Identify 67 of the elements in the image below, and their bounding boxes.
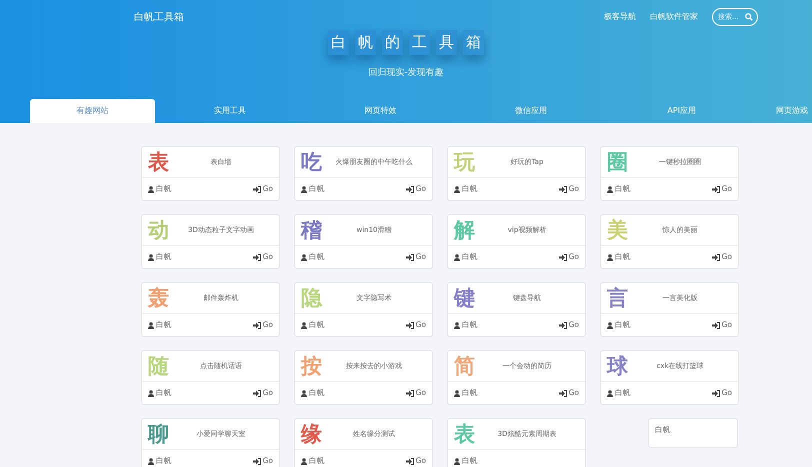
login-icon	[252, 458, 261, 464]
tool-glyph: 玩	[454, 152, 475, 172]
tool-glyph: 随	[148, 356, 169, 376]
user-icon	[301, 254, 307, 260]
category-tab[interactable]: 有趣网站	[30, 99, 155, 123]
hero-title-letter: 的	[382, 30, 403, 54]
user-icon	[454, 390, 460, 396]
user-icon	[301, 390, 307, 396]
user-icon	[454, 458, 460, 464]
tool-glyph: 简	[454, 356, 475, 376]
tool-glyph: 键	[454, 288, 475, 308]
login-icon	[558, 322, 567, 328]
tool-glyph: 美	[607, 220, 628, 240]
tool-glyph: 缘	[301, 424, 322, 444]
tool-glyph: 言	[607, 288, 628, 308]
tool-glyph: 聊	[148, 424, 169, 444]
site-logo[interactable]: 白帆工具箱	[134, 10, 184, 24]
login-icon	[252, 390, 261, 396]
login-icon	[558, 186, 567, 192]
hero-title-letter: 白	[328, 30, 349, 54]
login-icon	[406, 186, 414, 192]
user-icon	[607, 390, 613, 396]
login-icon	[406, 254, 414, 260]
tool-glyph: 隐	[301, 288, 322, 308]
user-icon	[148, 322, 154, 328]
user-icon	[607, 186, 613, 192]
user-icon	[301, 186, 307, 192]
user-icon	[148, 254, 154, 260]
tool-glyph: 吃	[301, 152, 322, 172]
user-icon	[148, 458, 154, 464]
tool-glyph: 动	[148, 220, 169, 240]
hero-subtitle: 回归现实-发现有趣	[367, 66, 445, 80]
tool-glyph: 按	[301, 356, 322, 376]
hero-title-letter: 箱	[463, 30, 484, 54]
login-icon	[712, 322, 720, 328]
user-icon	[607, 322, 613, 328]
hero-title-letter: 工	[409, 30, 430, 54]
login-icon	[406, 458, 414, 464]
login-icon	[252, 186, 261, 192]
tool-glyph: 轰	[148, 288, 169, 308]
user-icon	[454, 322, 460, 328]
login-icon	[712, 186, 720, 192]
search-icon[interactable]	[745, 13, 753, 21]
tool-glyph: 表	[148, 152, 169, 172]
user-icon	[454, 254, 460, 260]
tool-glyph: 稽	[301, 220, 322, 240]
login-icon	[558, 254, 567, 260]
hero-title-letter: 帆	[355, 30, 376, 54]
category-tab[interactable]: 实用工具	[154, 99, 306, 123]
user-icon	[607, 254, 613, 260]
tool-glyph: 表	[454, 424, 475, 444]
user-icon	[148, 390, 154, 396]
user-icon	[301, 458, 307, 464]
tool-glyph: 球	[607, 356, 628, 376]
user-icon	[148, 186, 154, 192]
user-icon	[454, 186, 460, 192]
tool-glyph: 圈	[607, 152, 628, 172]
hero-title-letter: 具	[436, 30, 457, 54]
user-icon	[301, 322, 307, 328]
login-icon	[406, 322, 414, 328]
login-icon	[406, 390, 414, 396]
login-icon	[252, 254, 261, 260]
login-icon	[558, 390, 567, 396]
login-icon	[252, 322, 261, 328]
tool-glyph: 解	[454, 220, 475, 240]
login-icon	[712, 254, 720, 260]
login-icon	[712, 390, 720, 396]
